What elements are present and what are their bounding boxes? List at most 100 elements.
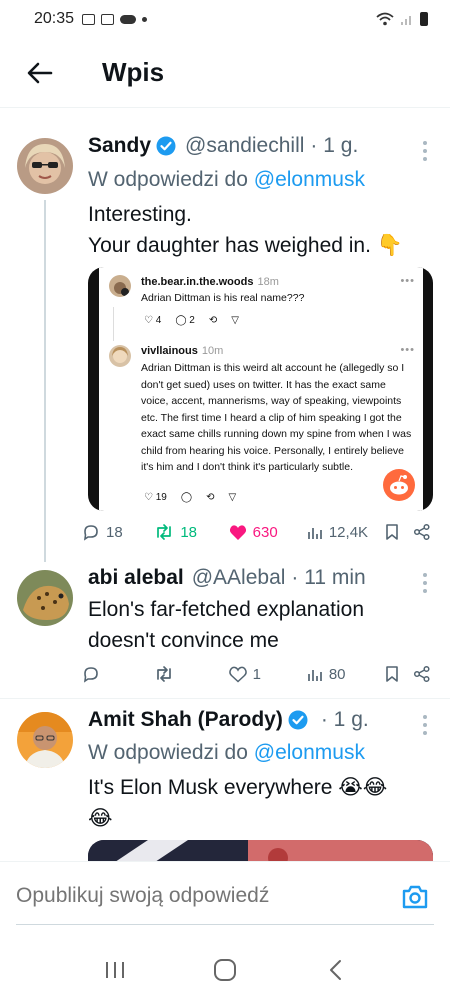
app-notification-icon (101, 13, 115, 25)
reply-context: W odpowiedzi do @elonmusk (88, 741, 365, 765)
comment-actions: ♡ 19 ◯ ⟲ ▽ (144, 492, 236, 503)
notification-icons (82, 13, 148, 25)
repost-button[interactable]: 18 (154, 523, 228, 541)
like-button[interactable]: 1 (228, 665, 307, 683)
like-count: 630 (252, 523, 278, 541)
tweet-actions: 18 18 630 12,4K (82, 519, 434, 545)
views-button[interactable]: 80 (307, 666, 385, 683)
views-chart-icon (307, 528, 322, 539)
chevron-left-icon (330, 960, 341, 980)
embedded-screenshot: the.bear.in.the.woods 18m ••• Adrian Ditt… (99, 267, 423, 511)
reddit-logo-icon (383, 469, 415, 501)
tweet-header: Sandy @sandiechill · 1 g. (88, 134, 410, 158)
share-button[interactable] (413, 523, 435, 541)
comment-repost-icon: ⟲ (206, 492, 215, 503)
back-button[interactable] (16, 49, 64, 97)
author-name[interactable]: abi alebal (88, 566, 184, 590)
view-count: 80 (328, 665, 346, 683)
thread-line (44, 200, 46, 562)
more-options-button[interactable] (422, 715, 428, 735)
tweet-text-line: doesn't convince me (88, 629, 279, 652)
back-nav-button[interactable] (315, 950, 355, 990)
repost-button[interactable] (154, 665, 228, 683)
heart-filled-icon (229, 524, 246, 540)
like-count: 1 (252, 665, 261, 683)
recent-apps-icon (106, 962, 124, 978)
repost-count: 18 (180, 523, 198, 541)
tweet-header: abi alebal @AAlebal · 11 min (88, 566, 410, 590)
signal-icon (401, 16, 411, 25)
comment-like-icon: ♡ 4 (144, 315, 162, 326)
comment-more-icon: ••• (400, 275, 415, 287)
author-name[interactable]: Amit Shah (Parody) (88, 708, 283, 732)
reply-mention-link[interactable]: @elonmusk (254, 741, 365, 764)
camera-button[interactable] (400, 882, 430, 912)
tweet-time: · 11 min (291, 566, 366, 589)
bookmark-button[interactable] (385, 523, 408, 541)
status-bar: 20:35 (0, 0, 450, 38)
more-options-button[interactable] (422, 141, 428, 161)
reply-count: 18 (106, 523, 123, 541)
reply-input[interactable] (16, 884, 316, 908)
recent-apps-button[interactable] (95, 950, 135, 990)
tweet-header: Amit Shah (Parody) · 1 g. (88, 708, 410, 732)
repost-icon (157, 666, 172, 682)
avatar[interactable] (17, 138, 73, 194)
verified-badge-icon (156, 136, 176, 156)
reply-mention-link[interactable]: @elonmusk (254, 168, 365, 191)
tweet-text-line: Your daughter has weighed in. 👇 (88, 234, 403, 257)
views-button[interactable]: 12,4K (307, 524, 385, 541)
repost-icon (157, 524, 172, 540)
header: Wpis (0, 38, 450, 108)
share-icon (413, 665, 430, 683)
home-button[interactable] (205, 950, 245, 990)
bookmark-icon (386, 524, 398, 540)
comment-reply-icon: ◯ (180, 492, 193, 503)
tweet-divider (0, 698, 450, 699)
comment-username: vivllainous 10m (141, 345, 224, 357)
share-icon (413, 523, 430, 541)
views-chart-icon (307, 670, 322, 681)
avatar[interactable] (17, 570, 73, 626)
author-name[interactable]: Sandy (88, 134, 151, 158)
tweet-actions: 1 80 (82, 661, 434, 687)
wifi-icon (376, 12, 394, 26)
reply-prefix: W odpowiedzi do (88, 741, 254, 764)
comment-share-icon: ▽ (231, 315, 239, 326)
reply-context: W odpowiedzi do @elonmusk (88, 168, 365, 192)
reply-prefix: W odpowiedzi do (88, 168, 254, 191)
comment-like-icon: ♡ 19 (144, 492, 167, 503)
tweet-text-line: 😂 (88, 807, 113, 830)
author-handle[interactable]: @AAlebal (192, 566, 286, 590)
comment-share-icon: ▽ (228, 492, 237, 503)
more-options-button[interactable] (422, 573, 428, 593)
tweet-time: · 1 g. (310, 134, 359, 157)
tweet-media-image[interactable]: the.bear.in.the.woods 18m ••• Adrian Ditt… (88, 267, 433, 511)
arrow-left-icon (27, 62, 53, 83)
verified-badge-icon (288, 710, 308, 730)
bookmark-icon (386, 666, 398, 682)
reply-input-underline (16, 924, 434, 925)
status-time: 20:35 (34, 10, 75, 27)
reply-icon (83, 525, 98, 541)
comment-text: Adrian Dittman is this weird alt account… (141, 362, 412, 473)
like-button[interactable]: 630 (229, 524, 307, 541)
avatar[interactable] (17, 712, 73, 768)
share-button[interactable] (413, 665, 435, 683)
view-count: 12,4K (328, 523, 369, 541)
home-icon (214, 959, 236, 981)
battery-icon (420, 12, 428, 26)
comment-reply-icon: ◯ 2 (175, 315, 195, 326)
gallery-icon (82, 13, 96, 25)
author-handle[interactable]: @sandiechill (185, 134, 304, 158)
comment-actions: ♡ 4 ◯ 2 ⟲ ▽ (144, 315, 239, 326)
reply-icon (83, 667, 98, 683)
system-icons (376, 12, 428, 26)
reply-button[interactable] (82, 665, 154, 683)
more-notifications-icon (142, 16, 148, 22)
bookmark-button[interactable] (385, 665, 408, 683)
page-title: Wpis (102, 57, 165, 87)
system-nav-bar (0, 940, 450, 1000)
comment-avatar (109, 275, 131, 297)
reply-button[interactable]: 18 (82, 523, 154, 541)
